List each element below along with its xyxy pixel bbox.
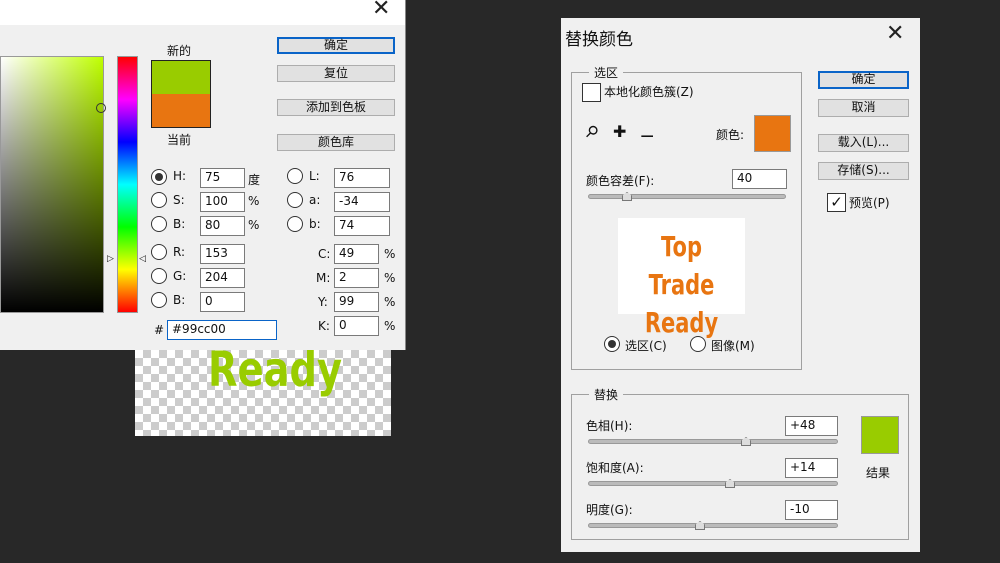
add-to-swatches-button[interactable]: 添加到色板 xyxy=(277,99,395,116)
selection-preview: Top Trade Ready xyxy=(618,218,745,339)
hue-label: 色相(H): xyxy=(586,419,633,433)
replace-color-dialog: 替换颜色 ✕ 选区 本地化颜色簇(Z) ⚲ ✚ ⚊ 颜色: 颜色容差(F): 4… xyxy=(561,18,920,552)
h-unit: 度 xyxy=(248,173,261,187)
blue-label: B: xyxy=(173,293,186,307)
hue-slider-handle-right[interactable]: ◁ xyxy=(139,254,146,264)
y-label: Y: xyxy=(318,295,328,309)
radio-g[interactable] xyxy=(151,268,167,284)
lightness-input[interactable]: -10 xyxy=(785,500,838,520)
s-unit: % xyxy=(248,194,260,208)
color-label: 颜色: xyxy=(716,128,745,142)
lab-b-label: b: xyxy=(309,217,321,231)
field-marker[interactable] xyxy=(96,103,106,113)
saturation-input[interactable]: +14 xyxy=(785,458,838,478)
radio-b[interactable] xyxy=(151,216,167,232)
m-label: M: xyxy=(316,271,331,285)
result-color-swatch[interactable] xyxy=(861,416,899,454)
fuzziness-label: 颜色容差(F): xyxy=(586,174,655,188)
color-picker-dialog: ✕ ▷ ◁ 新的 当前 确定 复位 添加到色板 颜色库 H: 75 度 S: 1… xyxy=(0,0,406,350)
preview-checkbox[interactable]: ✓ xyxy=(827,193,846,212)
save-button[interactable]: 存储(S)... xyxy=(818,162,909,180)
title-bar xyxy=(0,0,405,25)
color-field[interactable] xyxy=(0,56,104,313)
lightness-label: 明度(G): xyxy=(586,503,633,517)
r-label: R: xyxy=(173,245,186,259)
s-label: S: xyxy=(173,193,185,207)
view-selection-radio[interactable] xyxy=(604,336,620,352)
current-label: 当前 xyxy=(167,133,192,147)
ok-button[interactable]: 确定 xyxy=(277,37,395,54)
close-icon[interactable]: ✕ xyxy=(372,0,390,21)
view-image-label: 图像(M) xyxy=(711,339,755,353)
localized-clusters-label: 本地化颜色簇(Z) xyxy=(604,85,694,99)
preview-line-1: Top Trade xyxy=(648,230,715,301)
g-input[interactable]: 204 xyxy=(200,268,245,288)
c-unit: % xyxy=(384,247,396,261)
lab-b-input[interactable]: 74 xyxy=(334,216,390,236)
radio-s[interactable] xyxy=(151,192,167,208)
canvas-text: Ready xyxy=(208,350,343,398)
c-input[interactable]: 49 xyxy=(334,244,379,264)
h-label: H: xyxy=(173,169,187,183)
ok-button[interactable]: 确定 xyxy=(818,71,909,89)
hex-input[interactable]: #99cc00 xyxy=(167,320,277,340)
g-label: G: xyxy=(173,269,187,283)
view-selection-label: 选区(C) xyxy=(625,339,667,353)
new-label: 新的 xyxy=(167,44,192,58)
fuzziness-slider[interactable] xyxy=(588,194,786,199)
radio-a[interactable] xyxy=(287,192,303,208)
color-libraries-button[interactable]: 颜色库 xyxy=(277,134,395,151)
h-input[interactable]: 75 xyxy=(200,168,245,188)
view-image-radio[interactable] xyxy=(690,336,706,352)
a-input[interactable]: -34 xyxy=(334,192,390,212)
load-button[interactable]: 载入(L)... xyxy=(818,134,909,152)
fuzziness-input[interactable]: 40 xyxy=(732,169,787,189)
canvas-preview: Ready xyxy=(135,350,391,436)
localized-clusters-checkbox[interactable] xyxy=(582,83,601,102)
c-label: C: xyxy=(318,247,331,261)
current-color-swatch[interactable] xyxy=(151,94,211,128)
selection-group-title: 选区 xyxy=(589,64,624,81)
radio-h[interactable] xyxy=(151,169,167,185)
result-label: 结果 xyxy=(866,466,891,480)
hue-slider[interactable] xyxy=(117,56,138,313)
radio-blue[interactable] xyxy=(151,292,167,308)
m-unit: % xyxy=(384,271,396,285)
y-unit: % xyxy=(384,295,396,309)
blue-input[interactable]: 0 xyxy=(200,292,245,312)
new-color-swatch xyxy=(151,60,211,94)
m-input[interactable]: 2 xyxy=(334,268,379,288)
eyedropper-plus-icon[interactable]: ✚ xyxy=(613,122,626,141)
s-input[interactable]: 100 xyxy=(200,192,245,212)
a-label: a: xyxy=(309,193,321,207)
saturation-label: 饱和度(A): xyxy=(586,461,644,475)
saturation-slider[interactable] xyxy=(588,481,838,486)
hex-label: # xyxy=(154,323,165,337)
cancel-button[interactable]: 取消 xyxy=(818,99,909,117)
y-input[interactable]: 99 xyxy=(334,292,379,312)
close-icon[interactable]: ✕ xyxy=(886,21,904,46)
b-input[interactable]: 80 xyxy=(200,216,245,236)
radio-lab-b[interactable] xyxy=(287,216,303,232)
k-unit: % xyxy=(384,319,396,333)
dialog-title: 替换颜色 xyxy=(565,30,633,50)
k-label: K: xyxy=(318,319,330,333)
selection-color-swatch[interactable] xyxy=(754,115,791,152)
l-label: L: xyxy=(309,169,320,183)
radio-r[interactable] xyxy=(151,244,167,260)
reset-button[interactable]: 复位 xyxy=(277,65,395,82)
eyedropper-minus-icon[interactable]: ⚊ xyxy=(640,122,654,141)
hue-input[interactable]: +48 xyxy=(785,416,838,436)
radio-l[interactable] xyxy=(287,168,303,184)
hue-slider[interactable] xyxy=(588,439,838,444)
preview-label: 预览(P) xyxy=(849,196,890,210)
hue-slider-handle-left[interactable]: ▷ xyxy=(107,254,114,264)
l-input[interactable]: 76 xyxy=(334,168,390,188)
k-input[interactable]: 0 xyxy=(334,316,379,336)
b-unit: % xyxy=(248,218,260,232)
r-input[interactable]: 153 xyxy=(200,244,245,264)
replace-group-title: 替换 xyxy=(589,386,624,403)
lightness-slider[interactable] xyxy=(588,523,838,528)
b-label: B: xyxy=(173,217,186,231)
